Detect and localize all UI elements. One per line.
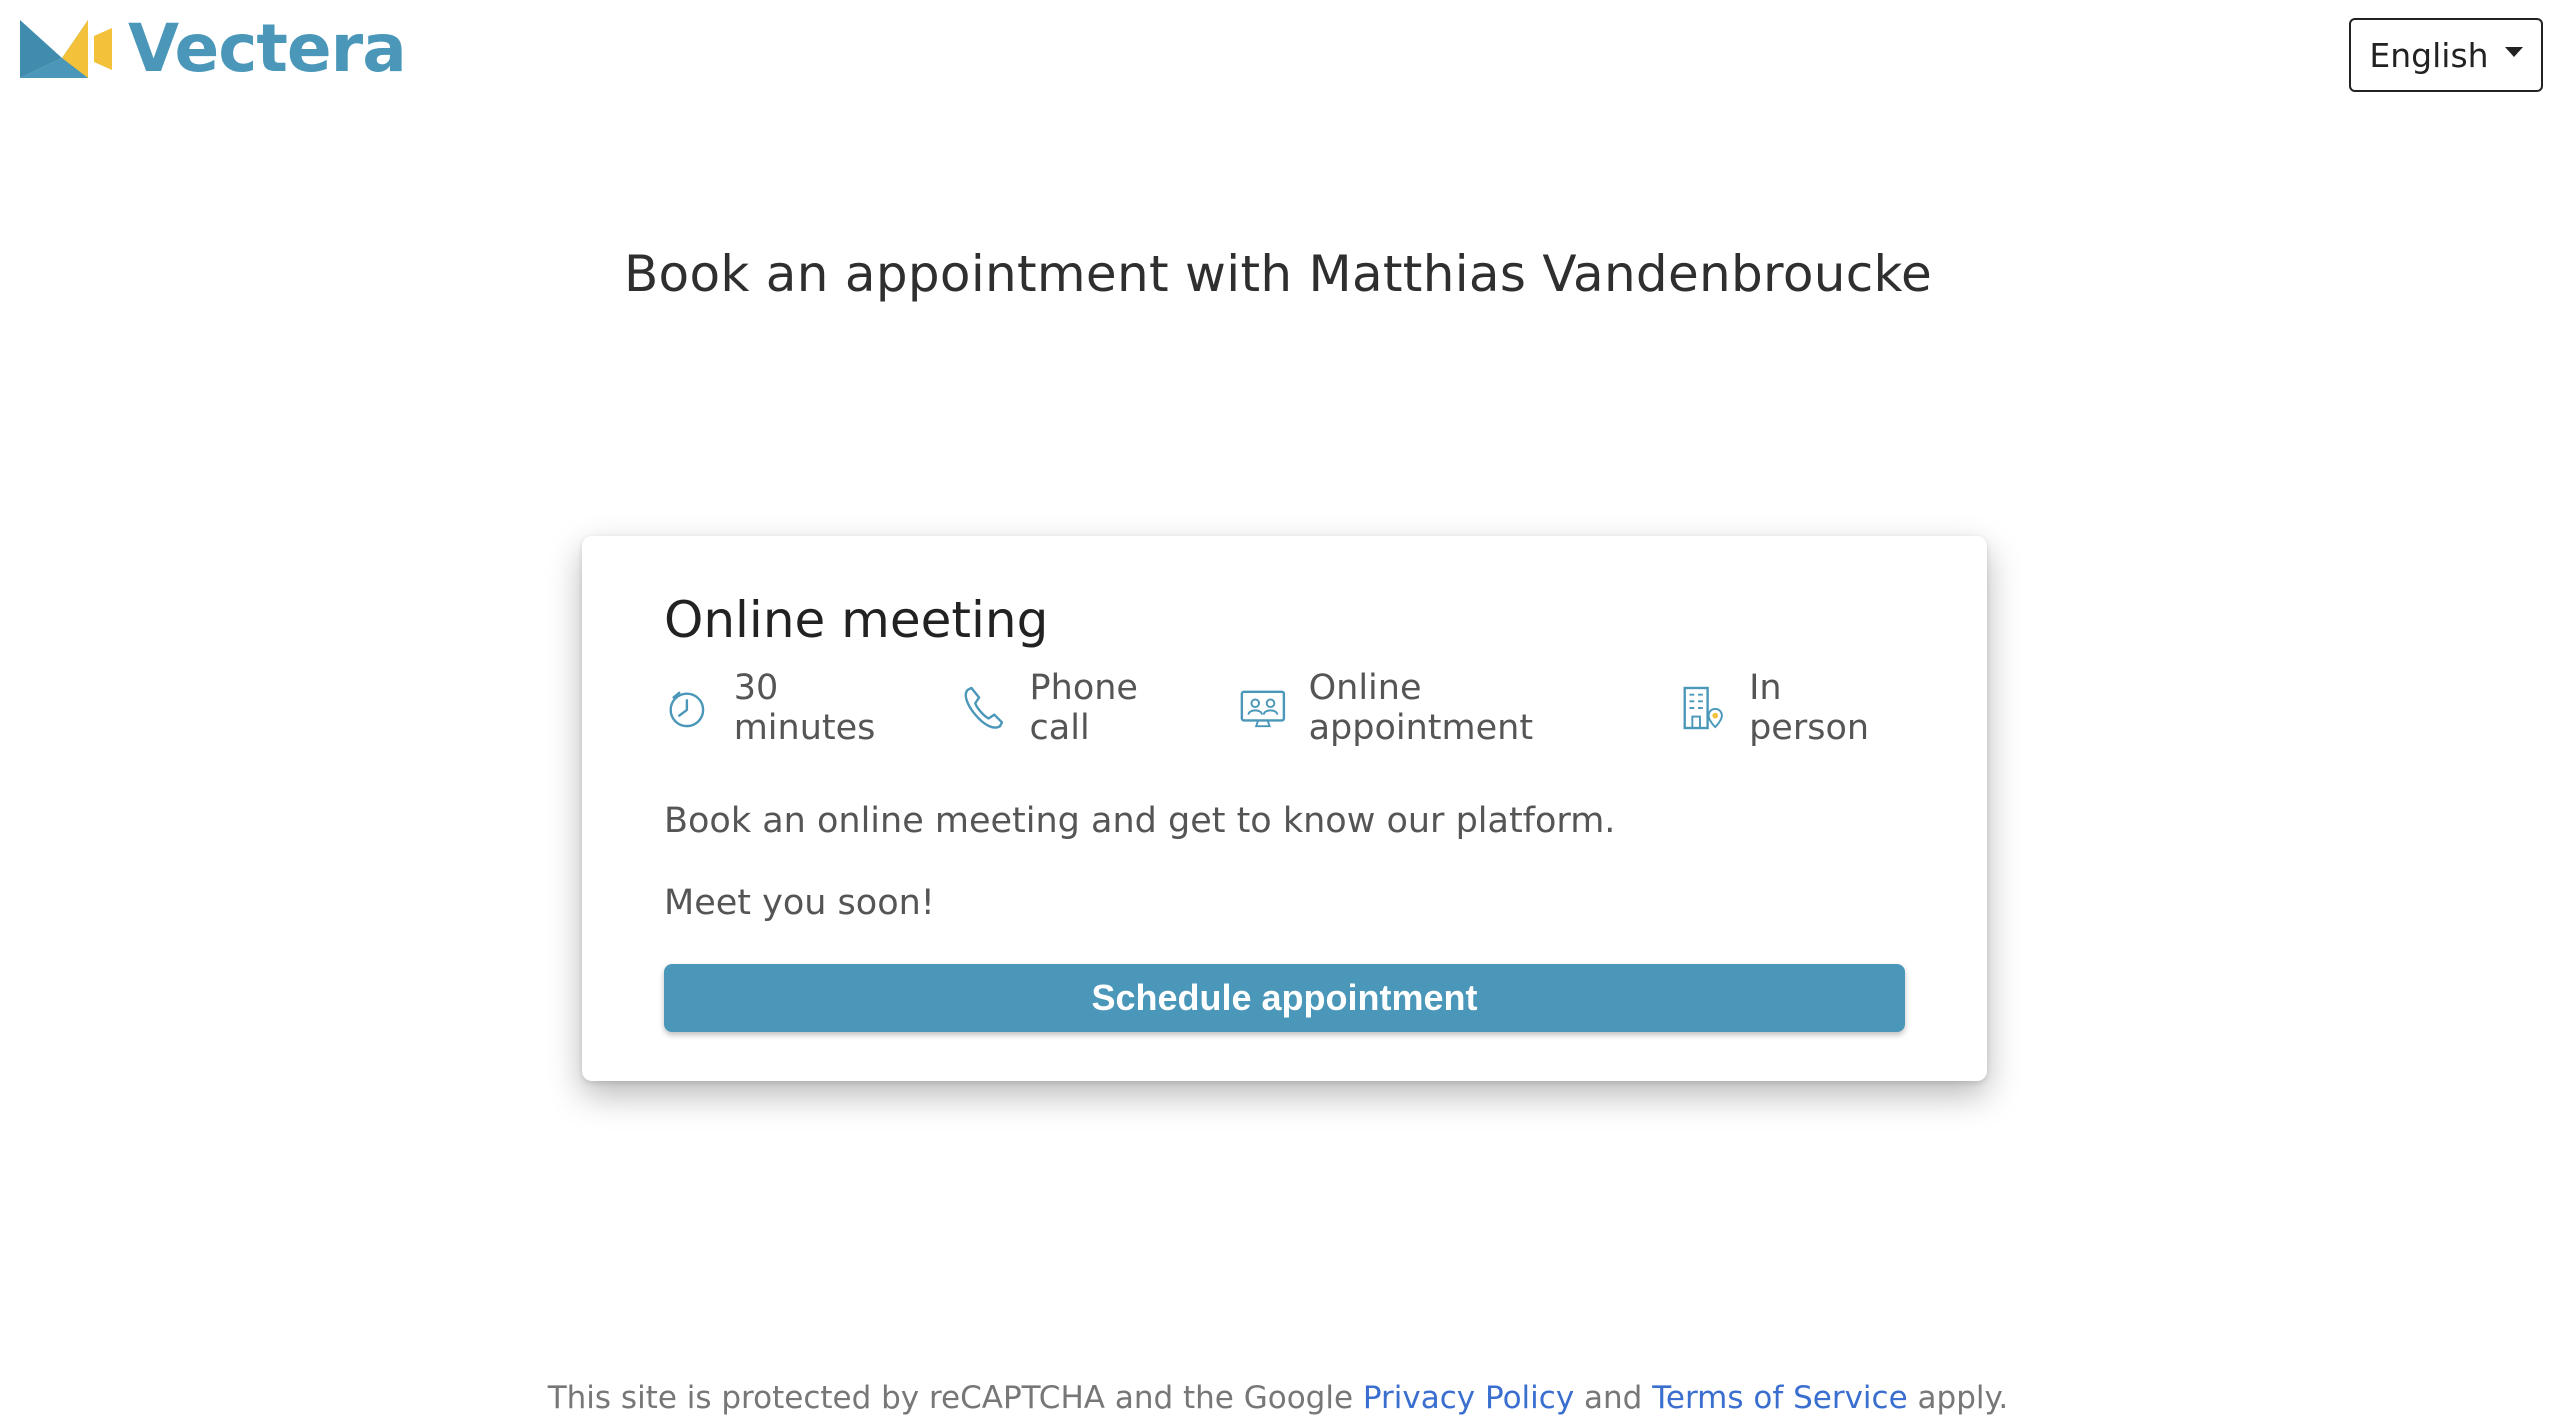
meta-in-person: In person — [1679, 668, 1905, 748]
appointment-type-title: Online meeting — [664, 591, 1049, 649]
recaptcha-notice: This site is protected by reCAPTCHA and … — [0, 1380, 2556, 1416]
meta-online-label: Online appointment — [1308, 668, 1534, 748]
appointment-closing: Meet you soon! — [664, 883, 935, 923]
language-label: English — [2369, 35, 2489, 75]
meta-duration-label: 30 minutes — [733, 668, 876, 748]
vectera-logo[interactable]: Vectera — [18, 10, 407, 87]
location-building-icon — [1683, 686, 1724, 730]
brand-name: Vectera — [128, 10, 407, 87]
logo-mark-icon — [20, 20, 112, 78]
footer-prefix: This site is protected by reCAPTCHA and … — [547, 1380, 1354, 1416]
language-dropdown[interactable]: English — [2349, 18, 2543, 92]
meta-in-person-label: In person — [1749, 668, 1870, 748]
privacy-policy-link[interactable]: Privacy Policy — [1363, 1380, 1574, 1416]
appointment-meta: 30 minutes Phone call Online appointment — [664, 668, 1905, 748]
video-meeting-icon — [1240, 690, 1285, 728]
phone-icon — [964, 686, 1004, 729]
meta-online: Online appointment — [1239, 668, 1642, 748]
clock-icon — [669, 691, 705, 728]
booking-page: Vectera English Book an appointment with… — [0, 0, 2556, 1426]
meta-phone: Phone call — [960, 668, 1201, 748]
meta-phone-label: Phone call — [1029, 668, 1138, 748]
terms-of-service-link[interactable]: Terms of Service — [1652, 1380, 1907, 1416]
footer-and: and — [1584, 1380, 1643, 1416]
appointment-card: Online meeting 30 minutes Phone call Onl… — [582, 536, 1987, 1081]
footer-suffix: apply. — [1917, 1380, 2009, 1416]
appointment-description: Book an online meeting and get to know o… — [664, 801, 1616, 841]
caret-down-icon — [2504, 47, 2523, 57]
meta-duration: 30 minutes — [664, 668, 922, 748]
page-title: Book an appointment with Matthias Vanden… — [623, 245, 1933, 303]
schedule-appointment-button[interactable]: Schedule appointment — [664, 964, 1905, 1032]
